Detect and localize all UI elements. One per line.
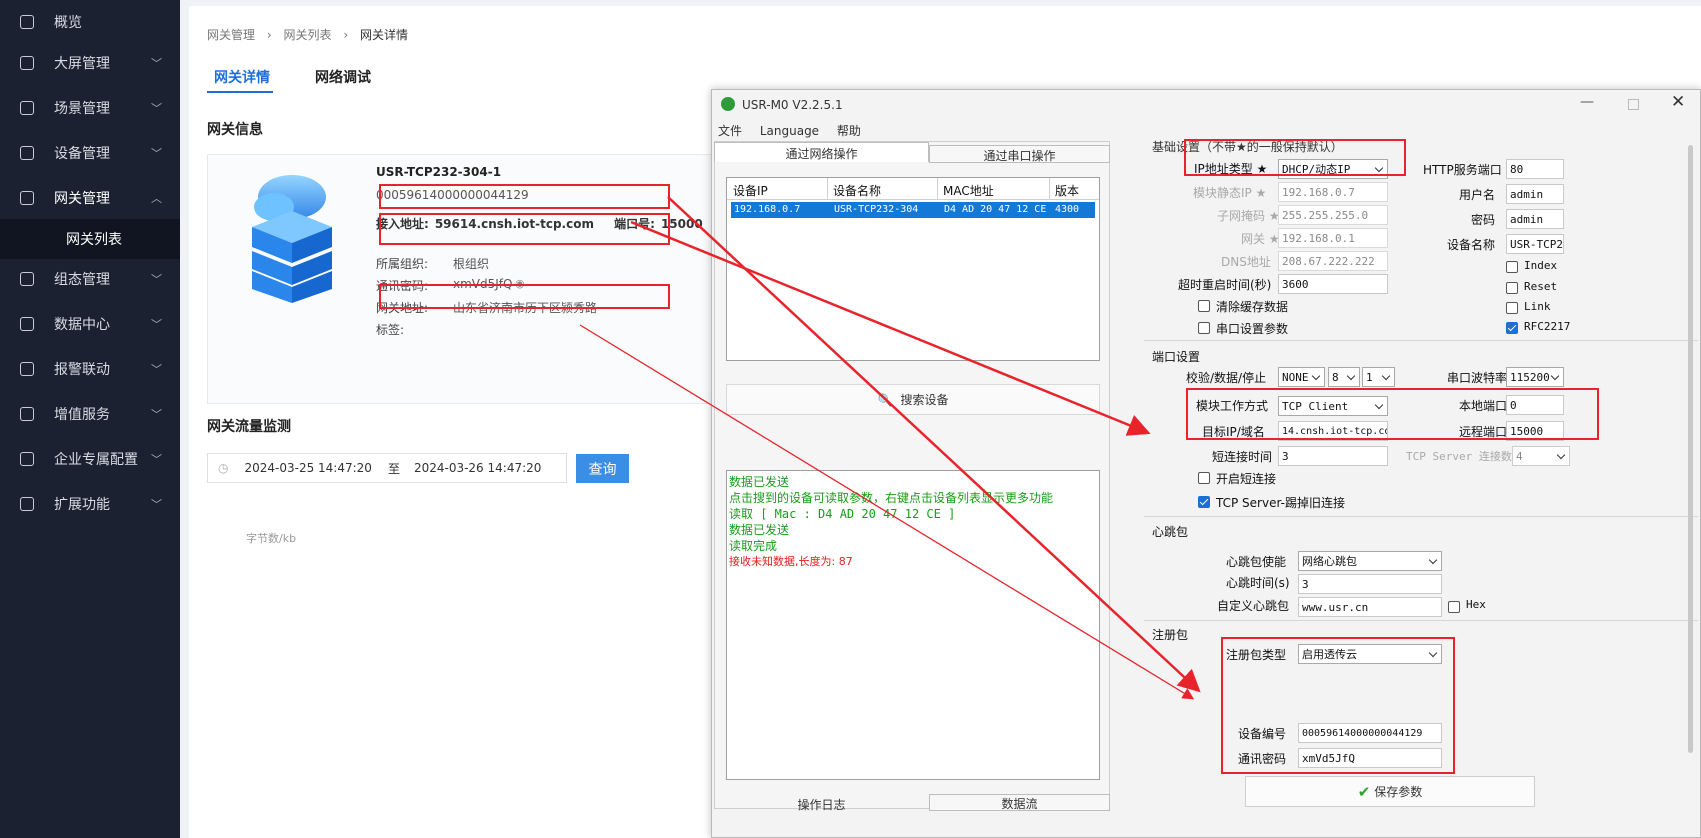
arrow-sn-to-register: [667, 196, 1201, 693]
annotation-arrows: [579, 196, 1201, 700]
arrow-pwd-to-register: [579, 324, 1195, 700]
